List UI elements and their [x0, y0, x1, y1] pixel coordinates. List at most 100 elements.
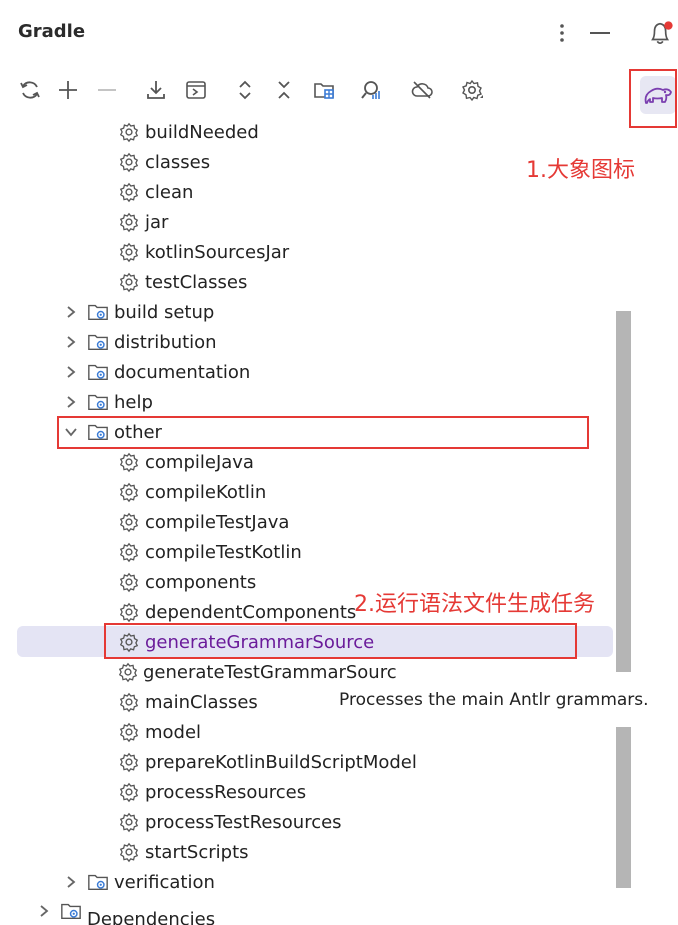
settings-icon[interactable]	[456, 70, 488, 110]
tree-group-item[interactable]: build setup	[62, 297, 678, 327]
tree-item-label: kotlinSourcesJar	[145, 241, 290, 263]
tree-task-item[interactable]: processResources	[117, 777, 678, 807]
tree-item-label: compileJava	[145, 451, 254, 473]
tool-window-title: Gradle	[18, 21, 86, 42]
gear-icon	[117, 720, 141, 744]
tree-item-label: Dependencies	[87, 908, 216, 925]
tree-item-label: clean	[145, 181, 194, 203]
project-structure-icon[interactable]	[308, 70, 340, 110]
tree-task-item[interactable]: jar	[117, 207, 678, 237]
gear-icon	[117, 150, 141, 174]
tree-task-item[interactable]: compileTestKotlin	[117, 537, 678, 567]
tree-item-label: compileTestKotlin	[145, 541, 302, 563]
gear-icon	[117, 750, 141, 774]
gear-icon	[117, 270, 141, 294]
tree-item-label: model	[145, 721, 202, 743]
tree-item-label: buildNeeded	[145, 121, 259, 143]
analyze-icon[interactable]	[355, 70, 387, 110]
gear-icon	[117, 840, 141, 864]
tree-item-label: mainClasses	[145, 691, 258, 713]
tree-task-item[interactable]: processTestResources	[117, 807, 678, 837]
expand-all-icon[interactable]	[229, 70, 261, 110]
task-folder-icon	[59, 899, 83, 923]
tree-task-item[interactable]: startScripts	[117, 837, 678, 867]
annotation-label-1: 1.大象图标	[526, 158, 635, 183]
gear-icon	[117, 780, 141, 804]
tree-item-label: help	[114, 391, 153, 413]
tree-item-label: build setup	[114, 301, 215, 323]
run-tasks-icon[interactable]	[180, 70, 212, 110]
gear-icon	[117, 600, 141, 624]
refresh-icon[interactable]	[14, 70, 46, 110]
tree-group-item[interactable]: documentation	[62, 357, 678, 387]
gear-icon	[117, 480, 141, 504]
task-tooltip: Processes the main Antlr grammars.	[328, 683, 666, 717]
tree-item-label: verification	[114, 871, 215, 893]
gear-icon	[117, 540, 141, 564]
annotation-box-generate-grammar	[104, 623, 577, 659]
tree-item-label: compileTestJava	[145, 511, 290, 533]
tree-task-item[interactable]: kotlinSourcesJar	[117, 237, 678, 267]
tool-window-header: Gradle	[0, 0, 678, 66]
gear-icon	[117, 120, 141, 144]
task-folder-icon	[86, 390, 110, 414]
gear-icon	[117, 810, 141, 834]
gear-icon	[117, 240, 141, 264]
tree-item-label: components	[145, 571, 257, 593]
more-options-icon[interactable]	[549, 18, 575, 48]
tree-item-label: startScripts	[145, 841, 249, 863]
tree-item-label: generateTestGrammarSource	[143, 661, 397, 683]
tree-item-label: prepareKotlinBuildScriptModel	[145, 751, 417, 773]
task-folder-icon	[86, 300, 110, 324]
remove-icon[interactable]	[91, 70, 123, 110]
tree-item-label: distribution	[114, 331, 217, 353]
chevron-right-icon[interactable]	[62, 363, 80, 381]
tree-group-item[interactable]: distribution	[62, 327, 678, 357]
annotation-box-other	[57, 416, 589, 449]
tree-item-label: testClasses	[145, 271, 248, 293]
gear-icon	[117, 660, 139, 684]
minimize-icon[interactable]	[587, 18, 613, 48]
tree-task-item[interactable]: compileJava	[117, 447, 678, 477]
chevron-right-icon[interactable]	[62, 873, 80, 891]
tree-task-item[interactable]: model	[117, 717, 678, 747]
tree-task-item[interactable]: buildNeeded	[117, 117, 678, 147]
tree-item-label: documentation	[114, 361, 251, 383]
toolbar	[0, 70, 678, 112]
chevron-right-icon[interactable]	[62, 393, 80, 411]
tree-task-item[interactable]: compileKotlin	[117, 477, 678, 507]
annotation-box-elephant	[629, 69, 677, 128]
tree-item-label: classes	[145, 151, 211, 173]
tree-task-item[interactable]: testClasses	[117, 267, 678, 297]
tree-task-item[interactable]: compileTestJava	[117, 507, 678, 537]
tooltip-text: Processes the main Antlr grammars.	[339, 690, 649, 710]
tree-item-label: jar	[145, 211, 169, 233]
tree-item-label: processResources	[145, 781, 307, 803]
download-icon[interactable]	[140, 70, 172, 110]
tree-task-item[interactable]: mainClasses	[117, 687, 327, 717]
add-icon[interactable]	[52, 70, 84, 110]
gear-icon	[117, 690, 141, 714]
gear-icon	[117, 180, 141, 204]
task-folder-icon	[86, 870, 110, 894]
tree-group-item[interactable]: verification	[62, 867, 678, 897]
task-folder-icon	[86, 330, 110, 354]
gear-icon	[117, 570, 141, 594]
notifications-bell-icon[interactable]	[648, 18, 674, 48]
tree-item-label: dependentComponents	[145, 601, 357, 623]
chevron-right-icon[interactable]	[35, 902, 53, 920]
tree-task-item[interactable]: prepareKotlinBuildScriptModel	[117, 747, 678, 777]
chevron-right-icon[interactable]	[62, 333, 80, 351]
tree-item-label: compileKotlin	[145, 481, 267, 503]
tree-item-label: processTestResources	[145, 811, 342, 833]
chevron-right-icon[interactable]	[62, 303, 80, 321]
gear-icon	[117, 210, 141, 234]
annotation-label-2: 2.运行语法文件生成任务	[354, 592, 595, 617]
gear-icon	[117, 510, 141, 534]
task-folder-icon	[86, 360, 110, 384]
tree-dependencies-item[interactable]: Dependencies	[35, 897, 675, 925]
offline-icon[interactable]	[406, 70, 438, 110]
collapse-all-icon[interactable]	[268, 70, 300, 110]
tree-group-item[interactable]: help	[62, 387, 678, 417]
gear-icon	[117, 450, 141, 474]
